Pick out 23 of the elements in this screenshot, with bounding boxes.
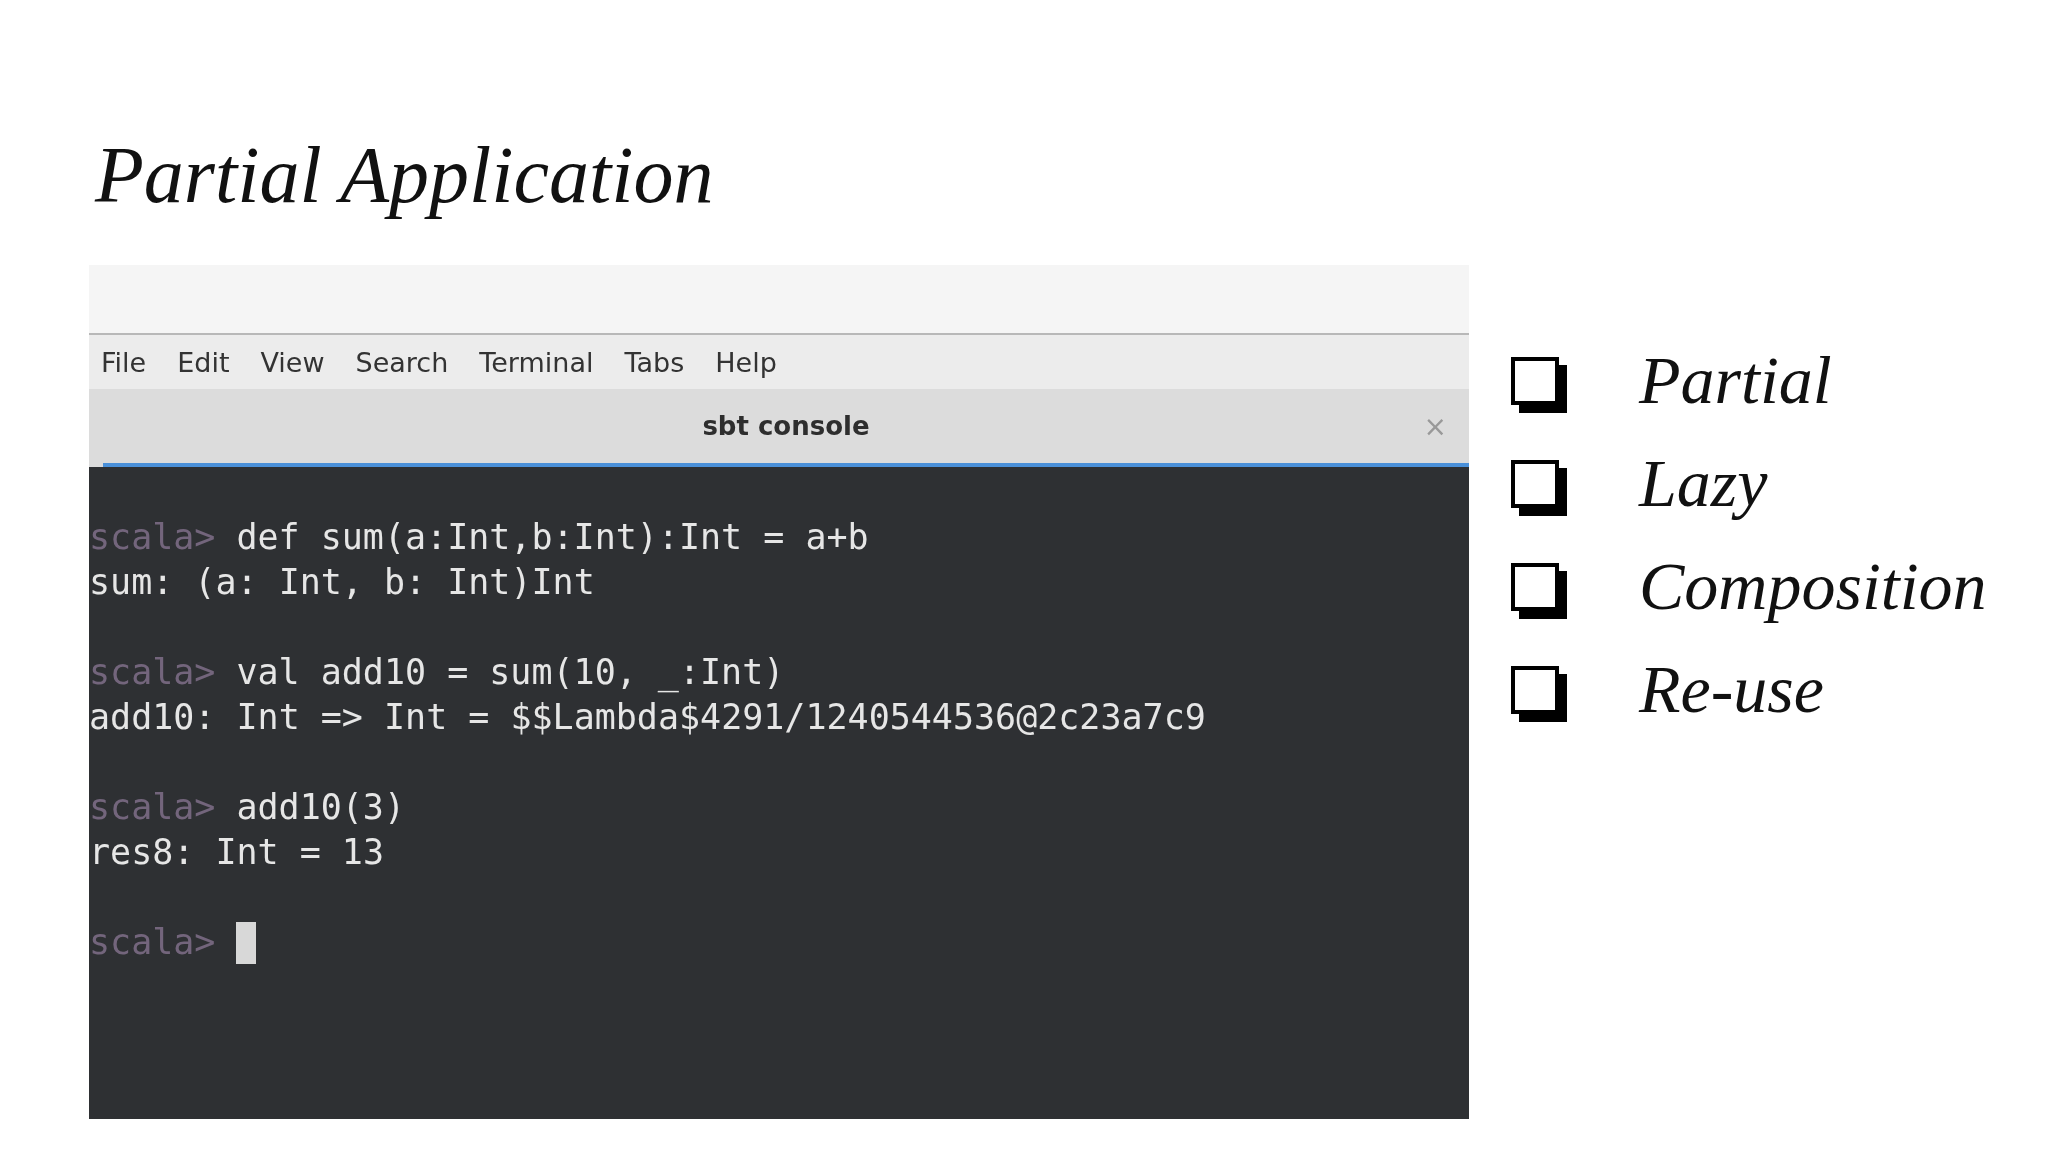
bullet-text: Lazy xyxy=(1639,444,1768,523)
menu-item[interactable]: Tabs xyxy=(624,346,685,378)
prompt: scala> xyxy=(89,651,216,694)
tab-title: sbt console xyxy=(702,411,870,441)
prompt: scala> xyxy=(89,786,216,829)
command: def sum(a:Int,b:Int):Int = a+b xyxy=(236,516,869,559)
menu-item[interactable]: File xyxy=(101,346,147,378)
output-line: add10: Int => Int = $$Lambda$4291/1240544536@2c23a7c9 xyxy=(89,696,1207,739)
prompt: scala> xyxy=(89,921,216,964)
bullet-text: Re-use xyxy=(1639,650,1824,729)
menu-item[interactable]: Search xyxy=(355,346,449,378)
command: add10(3) xyxy=(236,786,405,829)
menu-item[interactable]: Edit xyxy=(177,346,230,378)
output-line: sum: (a: Int, b: Int)Int xyxy=(89,561,596,604)
slide-title: Partial Application xyxy=(95,130,714,221)
bullet-text: Partial xyxy=(1639,341,1832,420)
prompt: scala> xyxy=(89,516,216,559)
menu-item[interactable]: View xyxy=(260,346,325,378)
bullet-text: Composition xyxy=(1639,547,1987,626)
menu-item[interactable]: Terminal xyxy=(479,346,594,378)
menu-item[interactable]: Help xyxy=(715,346,777,378)
output-line: res8: Int = 13 xyxy=(89,831,385,874)
command: val add10 = sum(10, _:Int) xyxy=(236,651,785,695)
